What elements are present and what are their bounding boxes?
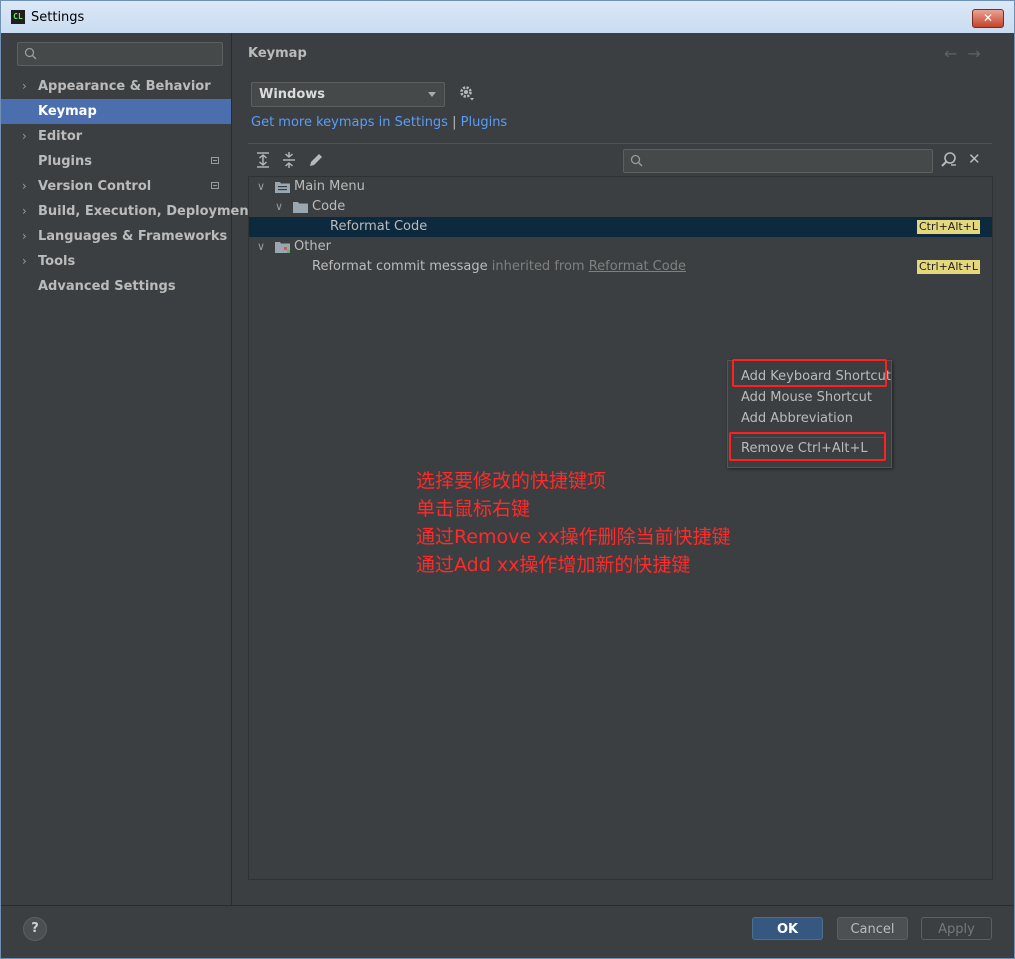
annotation-text: 选择要修改的快捷键项 单击鼠标右键 通过Remove xx操作删除当前快捷键 通…: [416, 467, 731, 579]
tree-row-other[interactable]: ∨ Other: [249, 237, 992, 257]
project-settings-icon: [211, 182, 219, 189]
get-keymaps-links: Get more keymaps in Settings | Plugins: [251, 115, 507, 130]
find-by-shortcut-icon[interactable]: [940, 151, 958, 169]
annotation-line: 通过Remove xx操作删除当前快捷键: [416, 526, 731, 548]
highlight-box: [729, 432, 886, 461]
tree-row-reformat-commit-message[interactable]: Reformat commit message inherited from R…: [249, 257, 992, 277]
close-window-button[interactable]: ✕: [972, 9, 1004, 28]
tree-row-label: Other: [294, 239, 331, 254]
tree-row-code[interactable]: ∨ Code: [249, 197, 992, 217]
tree-row-label: Main Menu: [294, 179, 365, 194]
context-menu: Add Keyboard Shortcut Add Mouse Shortcut…: [727, 359, 892, 468]
apply-button[interactable]: Apply: [921, 917, 992, 940]
add-abbreviation-item[interactable]: Add Abbreviation: [741, 411, 853, 426]
window-title: Settings: [31, 10, 85, 25]
tree-row-label: Code: [312, 199, 346, 214]
annotation-line: 选择要修改的快捷键项: [416, 470, 607, 492]
folder-icon: [293, 202, 308, 213]
sidebar-item-plugins[interactable]: Plugins: [1, 149, 231, 174]
tree-row-label: Reformat commit message: [312, 259, 488, 274]
expand-all-icon[interactable]: [254, 151, 272, 169]
tree-row-main-menu[interactable]: ∨ Main Menu: [249, 177, 992, 197]
keymap-panel: Keymap ←→ Windows Get more keymaps in Se…: [232, 33, 1014, 905]
chevron-down-icon: ∨: [257, 180, 266, 193]
other-folder-icon: [275, 242, 290, 253]
inherited-from-link[interactable]: Reformat Code: [589, 259, 686, 274]
link-separator: |: [452, 115, 457, 130]
keymap-action-tree: ∨ Main Menu ∨ Code Reformat Code Ctrl+Al…: [248, 176, 993, 880]
sidebar-item-keymap[interactable]: Keymap: [1, 99, 231, 124]
shortcut-badge: Ctrl+Alt+L: [917, 220, 981, 234]
divider: [248, 143, 992, 144]
annotation-line: 通过Add xx操作增加新的快捷键: [416, 554, 691, 576]
sidebar-item-label: Plugins: [38, 154, 92, 169]
chevron-right-icon: ›: [22, 79, 27, 93]
forward-arrow-icon[interactable]: →: [967, 44, 990, 63]
sidebar-item-editor[interactable]: › Editor: [1, 124, 231, 149]
sidebar-item-label: Advanced Settings: [38, 279, 176, 294]
chevron-down-icon: [428, 92, 436, 97]
sidebar-item-label: Keymap: [38, 104, 97, 119]
tree-row-reformat-code[interactable]: Reformat Code Ctrl+Alt+L: [249, 217, 992, 237]
chevron-right-icon: ›: [22, 254, 27, 268]
sidebar-item-label: Tools: [38, 254, 76, 269]
app-icon: CL: [11, 10, 25, 24]
sidebar-item-label: Version Control: [38, 179, 152, 194]
sidebar-item-advanced-settings[interactable]: Advanced Settings: [1, 274, 231, 299]
chevron-right-icon: ›: [22, 229, 27, 243]
sidebar-item-label: Editor: [38, 129, 83, 144]
chevron-right-icon: ›: [22, 129, 27, 143]
add-mouse-shortcut-item[interactable]: Add Mouse Shortcut: [741, 390, 872, 405]
search-icon: [630, 154, 643, 167]
keymap-select-value: Windows: [259, 87, 326, 102]
sidebar-item-appearance[interactable]: › Appearance & Behavior: [1, 74, 231, 99]
sidebar-item-label: Appearance & Behavior: [38, 79, 211, 94]
chevron-right-icon: ›: [22, 204, 27, 218]
shortcut-badge: Ctrl+Alt+L: [917, 260, 981, 274]
title-bar: CL Settings ✕: [1, 1, 1014, 33]
sidebar-item-build[interactable]: › Build, Execution, Deployment: [1, 199, 255, 224]
highlight-box: [732, 359, 887, 387]
annotation-line: 单击鼠标右键: [416, 498, 531, 520]
tree-row-text: Reformat commit message inherited from R…: [312, 257, 686, 277]
sidebar-item-label: Languages & Frameworks: [38, 229, 228, 244]
sidebar-item-version-control[interactable]: › Version Control: [1, 174, 231, 199]
back-arrow-icon[interactable]: ←: [944, 44, 967, 63]
help-button[interactable]: ?: [23, 917, 47, 941]
gear-icon[interactable]: [458, 84, 476, 102]
plugins-link[interactable]: Plugins: [461, 115, 508, 130]
settings-window: CL Settings ✕ › Appearance & Behavior Ke…: [0, 0, 1015, 959]
ok-button[interactable]: OK: [752, 917, 823, 940]
filter-search-input[interactable]: [623, 149, 933, 173]
collapse-all-icon[interactable]: [280, 151, 298, 169]
chevron-right-icon: ›: [22, 179, 27, 193]
search-icon: [24, 47, 37, 60]
settings-search-input[interactable]: [17, 42, 223, 66]
menu-folder-icon: [275, 182, 290, 193]
page-title: Keymap: [248, 46, 307, 61]
chevron-down-icon: ∨: [275, 200, 284, 213]
cancel-button[interactable]: Cancel: [837, 917, 908, 940]
clear-filter-icon[interactable]: ✕: [968, 150, 981, 168]
dialog-footer: ? OK Cancel Apply: [1, 905, 1014, 958]
project-settings-icon: [211, 157, 219, 164]
sidebar-item-tools[interactable]: › Tools: [1, 249, 231, 274]
history-nav: ←→: [944, 44, 991, 63]
sidebar-item-label: Build, Execution, Deployment: [38, 204, 255, 219]
get-more-keymaps-link[interactable]: Get more keymaps in Settings: [251, 115, 448, 130]
chevron-down-icon: ∨: [257, 240, 266, 253]
inherited-from-label: inherited from: [491, 259, 585, 274]
keymap-select[interactable]: Windows: [251, 82, 445, 107]
sidebar-item-languages[interactable]: › Languages & Frameworks: [1, 224, 231, 249]
tree-row-label: Reformat Code: [330, 219, 428, 234]
settings-sidebar: › Appearance & Behavior Keymap › Editor …: [1, 33, 255, 905]
edit-icon[interactable]: [307, 151, 325, 169]
